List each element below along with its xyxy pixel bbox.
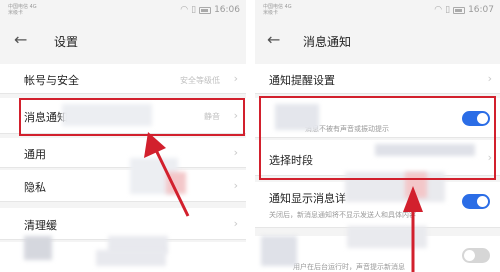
row-label: 帐号与安全: [24, 74, 79, 87]
back-arrow-icon[interactable]: ←: [14, 30, 27, 49]
chevron-right-icon: ›: [233, 146, 238, 159]
highlight-box: [19, 98, 245, 136]
battery-icon: [453, 6, 466, 14]
sim-icon: ▯: [445, 5, 451, 15]
chevron-right-icon: ›: [233, 217, 238, 230]
carrier-info: 中国电信 4G 米级卡: [263, 4, 292, 16]
row-label: 清理缓: [24, 219, 57, 232]
wifi-icon: ◠: [434, 5, 443, 15]
row-label: 通用: [24, 148, 46, 161]
notification-settings-screen: 中国电信 4G 米级卡 ◠ ▯ 16:07 ← 消息通知 通知提醒设置 › 消息…: [255, 0, 500, 272]
clock: 16:06: [214, 5, 240, 15]
row-label: 通知显示消息详: [269, 192, 346, 205]
status-bar: 中国电信 4G 米级卡 ◠ ▯ 16:06: [0, 0, 246, 22]
settings-item-privacy[interactable]: 隐私 ›: [0, 170, 246, 202]
page-title: 设置: [54, 35, 79, 49]
settings-item-account-security[interactable]: 帐号与安全 安全等级低 ›: [0, 64, 246, 94]
blur-patch: [96, 250, 166, 266]
clock: 16:07: [468, 5, 494, 15]
wifi-icon: ◠: [180, 5, 189, 15]
blur-patch: [24, 236, 52, 260]
carrier-sub: 米级卡: [263, 10, 279, 16]
carrier-sub: 米级卡: [8, 10, 24, 16]
row-label: 通知提醒设置: [269, 74, 335, 87]
panel-divider: [246, 0, 255, 272]
page-header: ← 设置: [0, 28, 246, 54]
chevron-right-icon[interactable]: ›: [488, 72, 492, 85]
pointer-arrow-icon: [403, 186, 423, 272]
notification-reminder-settings[interactable]: 通知提醒设置 ›: [255, 64, 500, 94]
pointer-arrow-icon: [144, 132, 190, 217]
battery-icon: [199, 6, 212, 14]
row-label: 隐私: [24, 181, 46, 194]
back-arrow-icon[interactable]: ←: [267, 30, 280, 49]
chevron-right-icon: ›: [233, 179, 238, 192]
sound-toggle[interactable]: [462, 248, 490, 263]
blur-patch: [261, 236, 297, 266]
highlight-box: [259, 96, 496, 180]
row-description: 用户在后台运行时，声音提示新消息: [293, 263, 405, 271]
settings-screen: 中国电信 4G 米级卡 ◠ ▯ 16:06 ← 设置 帐号与安全 安全等级低 ›…: [0, 0, 246, 272]
row-value: 安全等级低: [180, 76, 220, 85]
page-header: ← 消息通知: [255, 28, 500, 54]
status-bar: 中国电信 4G 米级卡 ◠ ▯ 16:07: [255, 0, 500, 22]
row-description: 关闭后，新消息通知将不显示发送人和具体内容: [269, 211, 416, 219]
chevron-right-icon: ›: [233, 72, 238, 85]
settings-item-general[interactable]: 通用 ›: [0, 138, 246, 168]
page-title: 消息通知: [303, 35, 352, 49]
carrier-info: 中国电信 4G 米级卡: [8, 4, 37, 16]
sim-icon: ▯: [191, 5, 197, 15]
show-message-details-toggle[interactable]: [462, 194, 490, 209]
